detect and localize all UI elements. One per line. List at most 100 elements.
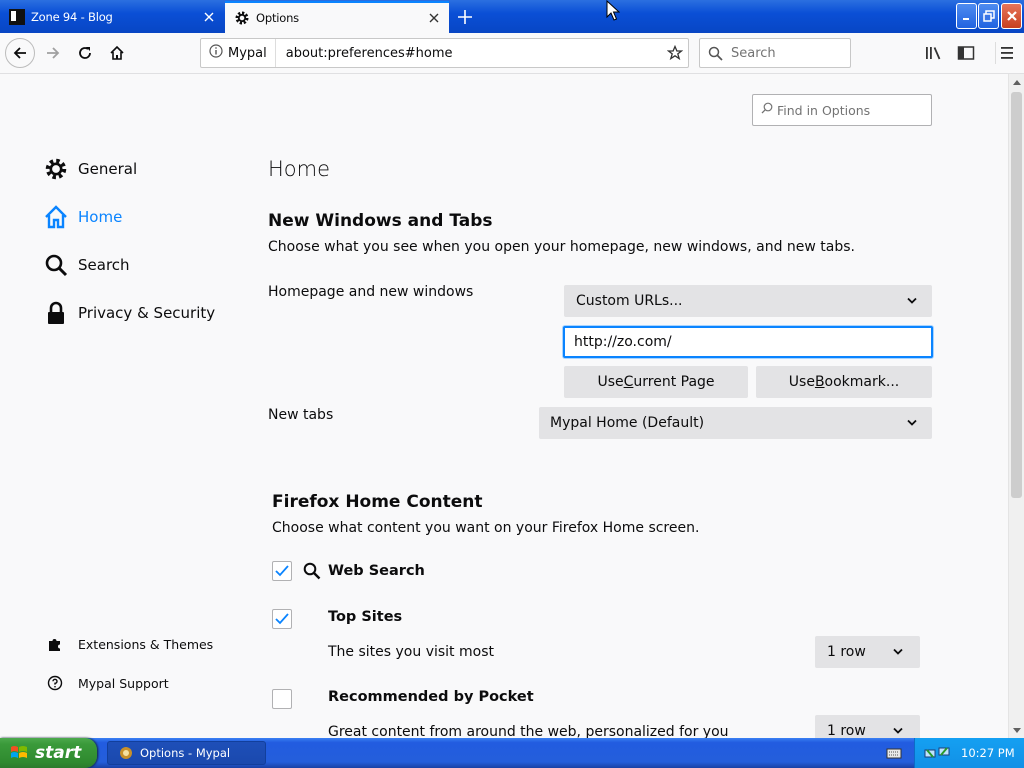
search-icon	[44, 253, 68, 277]
preferences-page: Find in Options General Home Search Priv…	[0, 74, 1008, 738]
lock-icon	[44, 301, 68, 325]
close-tab-icon[interactable]	[423, 7, 445, 29]
section-description: Choose what you see when you open your h…	[268, 239, 856, 255]
search-icon	[708, 46, 723, 61]
extensions-themes-link[interactable]: Extensions & Themes	[46, 635, 213, 653]
page-scrollbar[interactable]	[1008, 74, 1024, 738]
chevron-down-icon	[906, 415, 918, 431]
support-label: Mypal Support	[78, 675, 169, 691]
search-placeholder: Search	[731, 45, 776, 61]
category-search[interactable]: Search	[44, 251, 130, 279]
scrollbar-thumb[interactable]	[1011, 92, 1022, 498]
new-tabs-value: Mypal Home (Default)	[550, 415, 705, 431]
tab-zone94-blog[interactable]: Zone 94 - Blog	[0, 1, 224, 33]
extensions-label: Extensions & Themes	[78, 636, 214, 652]
network-icon[interactable]	[921, 745, 955, 761]
section-title-new-windows: New Windows and Tabs	[268, 211, 493, 231]
search-icon	[761, 102, 773, 118]
homepage-url-input[interactable]: http://zo.com/	[563, 326, 933, 358]
rows-value: 1 row	[827, 723, 866, 738]
bookmark-star-icon[interactable]	[662, 45, 688, 61]
tab-options[interactable]: Options	[225, 1, 449, 33]
mypal-support-link[interactable]: Mypal Support	[46, 674, 169, 692]
category-home[interactable]: Home	[44, 203, 122, 231]
top-sites-checkbox[interactable]	[272, 609, 292, 629]
section-title-home-content: Firefox Home Content	[272, 492, 483, 512]
windows-flag-icon	[11, 746, 27, 758]
pocket-option: Recommended by Pocket	[328, 689, 534, 705]
button-label: Use	[597, 374, 624, 390]
pocket-description: Great content from around the web, perso…	[328, 724, 729, 738]
clock: 10:27 PM	[961, 746, 1015, 760]
pocket-rows-select[interactable]: 1 row	[815, 715, 920, 738]
button-label: ookmark...	[824, 374, 900, 390]
tab-title: Options	[256, 11, 299, 25]
sidebar-toggle-button[interactable]	[955, 42, 977, 64]
button-label: Use	[788, 374, 815, 390]
url-text[interactable]: about:preferences#home	[286, 46, 662, 61]
web-search-checkbox[interactable]	[272, 561, 292, 581]
close-window-button[interactable]	[1001, 3, 1022, 29]
mypal-app-icon	[120, 747, 132, 759]
mouse-cursor-icon	[606, 0, 620, 21]
category-label: Privacy & Security	[78, 304, 216, 322]
use-bookmark-button[interactable]: Use Bookmark...	[756, 366, 932, 398]
homepage-label: Homepage and new windows	[268, 284, 474, 300]
scroll-up-arrow-icon[interactable]	[1009, 74, 1024, 90]
homepage-mode-value: Custom URLs...	[576, 293, 683, 309]
windows-taskbar: start Options - Mypal 10:27 PM	[0, 738, 1024, 768]
taskbar-item-mypal[interactable]: Options - Mypal	[107, 741, 266, 765]
minimize-button[interactable]	[956, 3, 977, 29]
homepage-mode-select[interactable]: Custom URLs...	[564, 285, 932, 317]
chevron-down-icon	[906, 293, 918, 309]
hamburger-menu-button[interactable]	[995, 42, 1017, 64]
home-icon	[44, 205, 68, 229]
checkmark-icon	[275, 613, 289, 625]
help-icon	[46, 674, 64, 692]
url-bar[interactable]: Mypal about:preferences#home	[200, 38, 689, 68]
navigation-toolbar: Mypal about:preferences#home Search	[0, 33, 1024, 74]
accesskey: B	[814, 374, 825, 390]
use-current-page-button[interactable]: Use Current Page	[564, 366, 748, 398]
reload-button[interactable]	[70, 38, 100, 68]
option-label: Web Search	[328, 563, 425, 579]
web-search-option: Web Search	[303, 560, 425, 582]
task-label: Options - Mypal	[140, 746, 231, 760]
find-in-options-input[interactable]: Find in Options	[752, 94, 932, 126]
restore-button[interactable]	[978, 3, 999, 29]
tab-title: Zone 94 - Blog	[31, 10, 113, 24]
find-placeholder: Find in Options	[777, 102, 871, 118]
new-tabs-select[interactable]: Mypal Home (Default)	[539, 407, 932, 439]
scroll-down-arrow-icon[interactable]	[1009, 722, 1024, 738]
new-tabs-label: New tabs	[268, 407, 334, 423]
button-label: urrent Page	[633, 374, 715, 390]
section-description: Choose what content you want on your Fir…	[272, 520, 700, 536]
tab-strip: Zone 94 - Blog Options	[0, 0, 1024, 33]
library-button[interactable]	[923, 42, 945, 64]
forward-button[interactable]	[38, 38, 68, 68]
identity-label: Mypal	[228, 45, 267, 61]
rows-value: 1 row	[827, 644, 866, 660]
search-bar[interactable]: Search	[699, 38, 851, 68]
chevron-down-icon	[892, 644, 904, 660]
accesskey: C	[623, 374, 634, 390]
new-tab-button[interactable]	[452, 4, 478, 30]
pocket-checkbox[interactable]	[272, 689, 292, 709]
keyboard-icon[interactable]	[886, 745, 902, 761]
top-sites-description: The sites you visit most	[328, 644, 494, 660]
top-sites-rows-select[interactable]: 1 row	[815, 636, 920, 668]
checkmark-icon	[275, 565, 289, 577]
close-tab-icon[interactable]	[198, 6, 220, 28]
site-identity-button[interactable]: Mypal	[201, 39, 276, 67]
back-button[interactable]	[5, 38, 35, 68]
category-general[interactable]: General	[44, 155, 137, 183]
gear-icon	[44, 157, 68, 181]
home-button[interactable]	[102, 38, 132, 68]
page-title: Home	[268, 157, 331, 181]
site-favicon-icon	[9, 9, 25, 25]
start-button[interactable]: start	[0, 738, 97, 768]
category-label: Search	[78, 256, 130, 274]
search-icon	[303, 562, 321, 580]
chevron-down-icon	[892, 723, 904, 738]
category-privacy-security[interactable]: Privacy & Security	[44, 299, 215, 327]
